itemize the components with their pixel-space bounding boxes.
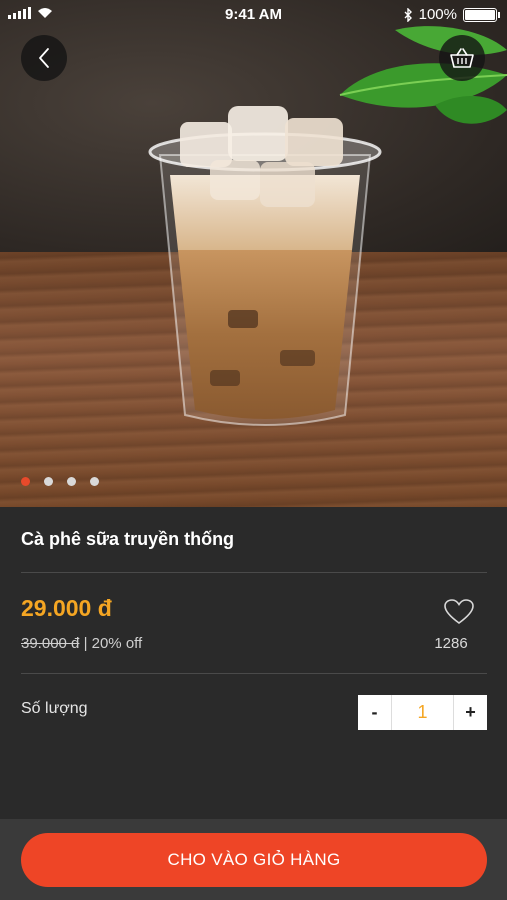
carousel-dot[interactable] bbox=[44, 477, 53, 486]
carousel-dot[interactable] bbox=[67, 477, 76, 486]
product-image-carousel[interactable]: 9:41 AM 100% bbox=[0, 0, 507, 507]
heart-icon[interactable] bbox=[444, 599, 474, 625]
divider bbox=[21, 572, 487, 573]
decrease-button[interactable]: - bbox=[358, 695, 392, 730]
status-bar: 9:41 AM 100% bbox=[0, 0, 507, 30]
quantity-label: Số lượng bbox=[21, 700, 88, 717]
back-button[interactable] bbox=[21, 35, 67, 81]
old-price-line: 39.000 đ | 20% off bbox=[21, 635, 142, 652]
cart-button[interactable] bbox=[439, 35, 485, 81]
discount-label: | 20% off bbox=[83, 635, 143, 652]
battery-icon bbox=[463, 7, 500, 22]
bluetooth-icon bbox=[404, 7, 412, 22]
current-price: 29.000 đ bbox=[21, 595, 112, 621]
add-to-cart-button[interactable]: CHO VÀO GIỎ HÀNG bbox=[21, 833, 487, 887]
like-count: 1286 bbox=[434, 635, 468, 652]
quantity-value[interactable]: 1 bbox=[392, 695, 453, 730]
quantity-stepper: - 1 + bbox=[358, 695, 487, 730]
carousel-dot[interactable] bbox=[21, 477, 30, 486]
divider bbox=[21, 673, 487, 674]
carousel-indicator bbox=[21, 477, 99, 486]
back-icon bbox=[39, 48, 49, 68]
increase-button[interactable]: + bbox=[453, 695, 487, 730]
product-info-panel: Cà phê sữa truyền thống 29.000 đ 39.000 … bbox=[0, 507, 507, 819]
bottom-action-bar: CHO VÀO GIỎ HÀNG bbox=[0, 819, 507, 900]
product-title: Cà phê sữa truyền thống bbox=[21, 529, 235, 549]
battery-text: 100% bbox=[418, 6, 457, 23]
carousel-dot[interactable] bbox=[90, 477, 99, 486]
status-right: 100% bbox=[404, 6, 500, 23]
coffee-cup-image bbox=[148, 106, 382, 426]
basket-icon bbox=[450, 48, 474, 68]
product-detail-screen: 9:41 AM 100% Cà phê sữa truyền thống 29.… bbox=[0, 0, 507, 900]
old-price: 39.000 đ bbox=[21, 635, 80, 652]
